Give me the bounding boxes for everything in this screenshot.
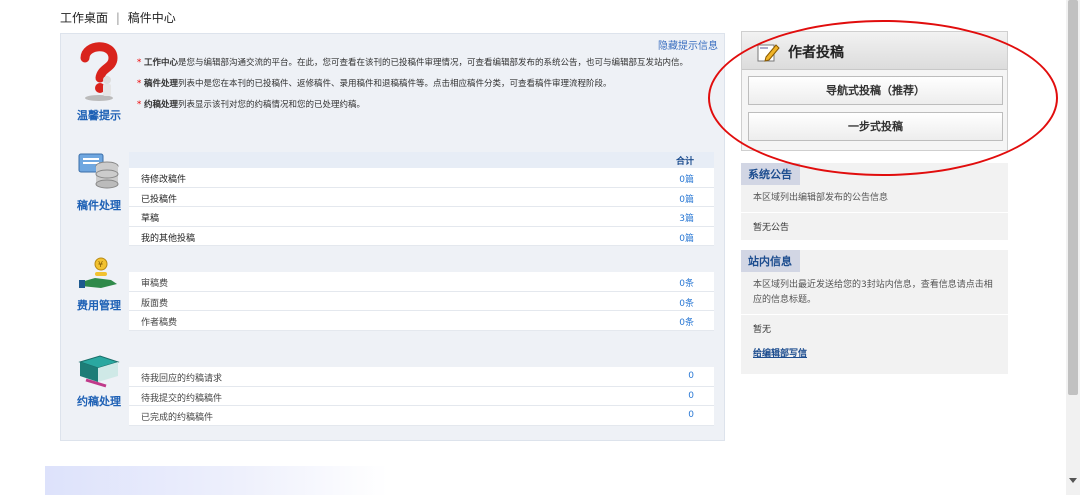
row-count[interactable]: 0条 bbox=[679, 296, 694, 309]
row-name[interactable]: 已投稿件 bbox=[141, 192, 177, 205]
hide-tips-link[interactable]: 隐藏提示信息 bbox=[658, 37, 718, 52]
invitations-label: 约稿处理 bbox=[77, 395, 121, 408]
bottom-bar bbox=[45, 466, 1025, 495]
table-row[interactable]: 待我回应的约稿请求 0 bbox=[129, 367, 714, 387]
breadcrumb: 工作桌面 | 稿件中心 bbox=[60, 9, 176, 26]
table-row[interactable]: 待我提交的约稿稿件 0 bbox=[129, 387, 714, 406]
messages-box: 站内信息 本区域列出最近发送给您的3封站内信息，查看信息请点击相应的信息标题。 … bbox=[741, 250, 1008, 374]
tips-label: 温馨提示 bbox=[77, 109, 121, 122]
row-name[interactable]: 草稿 bbox=[141, 211, 159, 224]
breadcrumb-separator: | bbox=[115, 11, 120, 25]
table-row[interactable]: 审稿费 0条 bbox=[129, 272, 714, 292]
author-submit-panel: 作者投稿 导航式投稿（推荐） 一步式投稿 bbox=[741, 31, 1008, 151]
vertical-scrollbar[interactable] bbox=[1066, 0, 1080, 495]
row-count[interactable]: 3篇 bbox=[679, 211, 694, 224]
scroll-down-icon[interactable] bbox=[1069, 478, 1077, 483]
row-name[interactable]: 待我回应的约稿请求 bbox=[141, 371, 222, 384]
fees-table: 审稿费 0条 版面费 0条 作者稿费 0条 bbox=[129, 272, 714, 331]
announcements-empty: 暂无公告 bbox=[753, 223, 790, 233]
question-mark-icon bbox=[77, 42, 121, 105]
row-name[interactable]: 已完成的约稿稿件 bbox=[141, 410, 213, 423]
manuscripts-section-icon: 稿件处理 bbox=[69, 150, 129, 213]
guided-submit-button[interactable]: 导航式投稿（推荐） bbox=[748, 76, 1003, 105]
row-name[interactable]: 审稿费 bbox=[141, 276, 168, 289]
fees-section-icon: ¥ 费用管理 bbox=[69, 256, 129, 313]
row-count[interactable]: 0条 bbox=[679, 276, 694, 289]
row-count[interactable]: 0 bbox=[688, 410, 694, 420]
row-name[interactable]: 作者稿费 bbox=[141, 315, 177, 328]
onestep-submit-button[interactable]: 一步式投稿 bbox=[748, 112, 1003, 141]
fees-label: 费用管理 bbox=[77, 299, 121, 312]
svg-text:¥: ¥ bbox=[98, 260, 103, 269]
breadcrumb-home[interactable]: 工作桌面 bbox=[60, 11, 108, 25]
author-submit-title: 作者投稿 bbox=[788, 45, 844, 61]
manuscripts-table: 合计 待修改稿件 0篇 已投稿件 0篇 草稿 3篇 我的其他投稿 0篇 bbox=[129, 152, 714, 246]
invitations-table: 待我回应的约稿请求 0 待我提交的约稿稿件 0 已完成的约稿稿件 0 bbox=[129, 367, 714, 426]
table-row[interactable]: 待修改稿件 0篇 bbox=[129, 168, 714, 188]
invitations-section-icon: 约稿处理 bbox=[69, 352, 129, 409]
table-header: 合计 bbox=[129, 152, 714, 168]
messages-desc: 本区域列出最近发送给您的3封站内信息，查看信息请点击相应的信息标题。 bbox=[741, 272, 1008, 315]
row-count[interactable]: 0 bbox=[688, 391, 694, 401]
table-row[interactable]: 已完成的约稿稿件 0 bbox=[129, 406, 714, 426]
table-row[interactable]: 作者稿费 0条 bbox=[129, 311, 714, 331]
announcements-box: 系统公告 本区域列出编辑部发布的公告信息 暂无公告 bbox=[741, 163, 1008, 240]
announcements-tab[interactable]: 系统公告 bbox=[741, 163, 800, 185]
tip-item: * 约稿处理列表显示该刊对您的约稿情况和您的已处理约稿。 bbox=[137, 100, 365, 110]
edit-icon bbox=[756, 41, 780, 66]
table-row[interactable]: 已投稿件 0篇 bbox=[129, 188, 714, 207]
table-row[interactable]: 草稿 3篇 bbox=[129, 207, 714, 227]
tips-content: * 工作中心是您与编辑部沟通交流的平台。在此，您可查看在该刊的已投稿件审理情况，… bbox=[137, 56, 717, 119]
tip-item: * 稿件处理列表中是您在本刊的已投稿件、返修稿件、录用稿件和退稿稿件等。点击相应… bbox=[137, 79, 612, 89]
announcements-desc: 本区域列出编辑部发布的公告信息 bbox=[741, 185, 1008, 213]
manuscripts-label: 稿件处理 bbox=[77, 199, 121, 212]
row-name[interactable]: 我的其他投稿 bbox=[141, 231, 195, 244]
row-name[interactable]: 待我提交的约稿稿件 bbox=[141, 391, 222, 404]
messages-tab[interactable]: 站内信息 bbox=[741, 250, 800, 272]
author-submit-header: 作者投稿 bbox=[742, 32, 1007, 70]
row-count[interactable]: 0 bbox=[688, 371, 694, 381]
scrollbar-thumb[interactable] bbox=[1068, 0, 1078, 395]
tip-item: * 工作中心是您与编辑部沟通交流的平台。在此，您可查看在该刊的已投稿件审理情况，… bbox=[137, 58, 688, 68]
total-header: 合计 bbox=[675, 157, 694, 167]
money-icon: ¥ bbox=[77, 257, 121, 295]
breadcrumb-current: 稿件中心 bbox=[127, 11, 176, 25]
row-name[interactable]: 版面费 bbox=[141, 296, 168, 309]
row-count[interactable]: 0条 bbox=[679, 315, 694, 328]
row-count[interactable]: 0篇 bbox=[679, 231, 694, 244]
row-name[interactable]: 待修改稿件 bbox=[141, 172, 186, 185]
messages-empty: 暂无 bbox=[753, 325, 772, 335]
write-to-editor-link[interactable]: 给编辑部写信 bbox=[741, 342, 1008, 374]
row-count[interactable]: 0篇 bbox=[679, 172, 694, 185]
tips-section-icon: 温馨提示 bbox=[69, 40, 129, 123]
database-icon bbox=[75, 153, 123, 195]
work-center-panel: 隐藏提示信息 温馨提示 * 工作中心是您与编辑部沟通交流的平台。在此，您可查看在… bbox=[60, 33, 725, 441]
book-icon bbox=[76, 355, 122, 391]
page: 工作桌面 | 稿件中心 隐藏提示信息 温馨提示 * 工作中心是您与编辑部沟通交流… bbox=[0, 0, 1080, 495]
table-row[interactable]: 我的其他投稿 0篇 bbox=[129, 227, 714, 246]
row-count[interactable]: 0篇 bbox=[679, 192, 694, 205]
table-row[interactable]: 版面费 0条 bbox=[129, 292, 714, 311]
